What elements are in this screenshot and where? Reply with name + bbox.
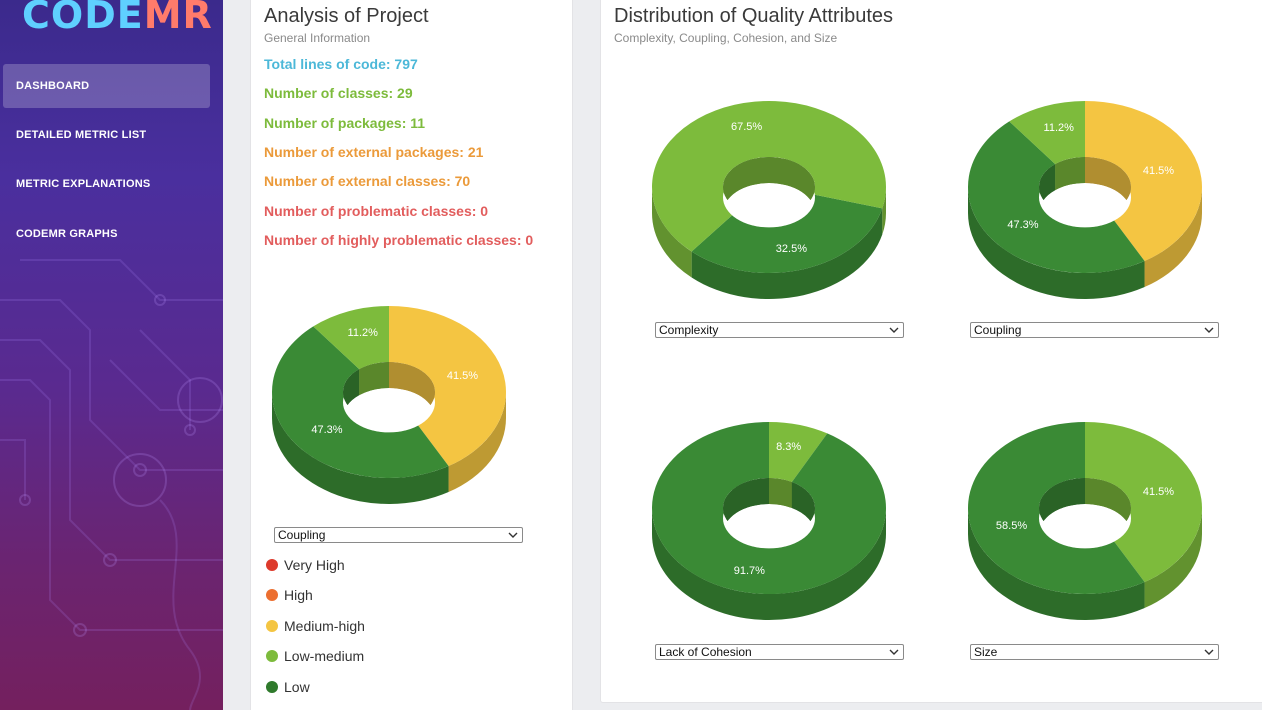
- nav-item-detailed-metric-list[interactable]: DETAILED METRIC LIST: [3, 113, 210, 157]
- chevron-down-icon: [1204, 649, 1214, 655]
- donut-slice-label: 11.2%: [348, 327, 379, 339]
- legend-dot-icon: [266, 589, 278, 601]
- sidebar: CODEMR DASHBOARD DETAILED METRIC LIST ME…: [0, 0, 223, 710]
- donut-slice-label: 8.3%: [776, 441, 801, 453]
- complexity-donut-chart: 32.5% 67.5%: [652, 101, 886, 299]
- donut-slice-label: 41.5%: [1143, 486, 1174, 498]
- stat-external-packages: Number of external packages: 21: [264, 144, 484, 160]
- donut-slice-inner-wall: [769, 478, 792, 508]
- coupling-donut-chart: 41.5% 47.3% 11.2%: [967, 101, 1202, 299]
- select-value: Lack of Cohesion: [659, 645, 752, 659]
- nav-item-label: CODEMR GRAPHS: [16, 228, 118, 240]
- legend-dot-icon: [266, 681, 278, 693]
- legend-item-very-high: Very High: [266, 556, 345, 574]
- stat-packages: Number of packages: 11: [264, 115, 426, 131]
- lack-of-cohesion-select[interactable]: Lack of Cohesion: [655, 644, 904, 660]
- chevron-down-icon: [889, 327, 899, 333]
- complexity-select[interactable]: Complexity: [655, 322, 904, 338]
- chevron-down-icon: [508, 532, 518, 538]
- legend-item-low-medium: Low-medium: [266, 647, 364, 665]
- nav-item-label: DETAILED METRIC LIST: [16, 129, 147, 141]
- summary-metric-select[interactable]: Coupling: [274, 527, 523, 543]
- chevron-down-icon: [1204, 327, 1214, 333]
- nav-item-codemr-graphs[interactable]: CODEMR GRAPHS: [3, 212, 210, 256]
- nav-item-metric-explanations[interactable]: METRIC EXPLANATIONS: [3, 162, 210, 206]
- select-value: Coupling: [278, 528, 326, 542]
- analysis-panel: Analysis of Project General Information …: [250, 0, 573, 710]
- coupling-select[interactable]: Coupling: [970, 322, 1219, 338]
- distribution-title: Distribution of Quality Attributes: [614, 5, 894, 27]
- chevron-down-icon: [889, 649, 899, 655]
- donut-slice-label: 67.5%: [731, 121, 762, 133]
- distribution-subtitle: Complexity, Coupling, Cohesion, and Size: [614, 31, 838, 45]
- legend-label: Low-medium: [284, 648, 365, 664]
- legend-dot-icon: [266, 650, 278, 662]
- donut-slice-label: 47.3%: [311, 424, 342, 436]
- coupling-donut-chart: 41.5% 47.3% 11.2%: [271, 306, 506, 504]
- legend-label: High: [284, 587, 313, 603]
- analysis-subtitle: General Information: [264, 31, 371, 45]
- size-select[interactable]: Size: [970, 644, 1219, 660]
- donut-slice-label: 41.5%: [447, 370, 478, 382]
- distribution-panel: Distribution of Quality Attributes Compl…: [600, 0, 1262, 703]
- donut-slice-label: 91.7%: [734, 565, 765, 577]
- logo-prefix: CODE: [22, 0, 144, 37]
- nav-item-label: METRIC EXPLANATIONS: [16, 178, 151, 190]
- donut-slice-label: 58.5%: [996, 520, 1027, 532]
- analysis-title: Analysis of Project: [264, 5, 429, 27]
- donut-slice-label: 32.5%: [776, 243, 807, 255]
- legend-dot-icon: [266, 559, 278, 571]
- donut-slice-label: 47.3%: [1007, 219, 1038, 231]
- legend-label: Low: [284, 679, 310, 695]
- legend-label: Very High: [284, 557, 345, 573]
- stat-highly-problematic-classes: Number of highly problematic classes: 0: [264, 232, 534, 248]
- codemr-logo[interactable]: CODEMR: [22, 0, 213, 38]
- nav-item-dashboard[interactable]: DASHBOARD: [3, 64, 210, 108]
- stat-total-lines: Total lines of code: 797: [264, 56, 418, 72]
- legend-item-high: High: [266, 586, 313, 604]
- size-donut-chart: 41.5% 58.5%: [968, 422, 1202, 620]
- stat-problematic-classes: Number of problematic classes: 0: [264, 203, 489, 219]
- lack-of-cohesion-donut-chart: 8.3% 91.7%: [652, 422, 886, 620]
- legend-item-low: Low: [266, 678, 310, 696]
- legend-item-medium-high: Medium-high: [266, 617, 365, 635]
- stat-classes: Number of classes: 29: [264, 85, 413, 101]
- stat-external-classes: Number of external classes: 70: [264, 173, 471, 189]
- select-value: Complexity: [659, 323, 719, 337]
- legend-label: Medium-high: [284, 618, 365, 634]
- select-value: Size: [974, 645, 998, 659]
- donut-slice-label: 41.5%: [1143, 165, 1174, 177]
- legend-dot-icon: [266, 620, 278, 632]
- logo-suffix: MR: [143, 0, 213, 37]
- donut-slice-label: 11.2%: [1044, 122, 1075, 134]
- nav-item-label: DASHBOARD: [16, 80, 90, 92]
- select-value: Coupling: [974, 323, 1022, 337]
